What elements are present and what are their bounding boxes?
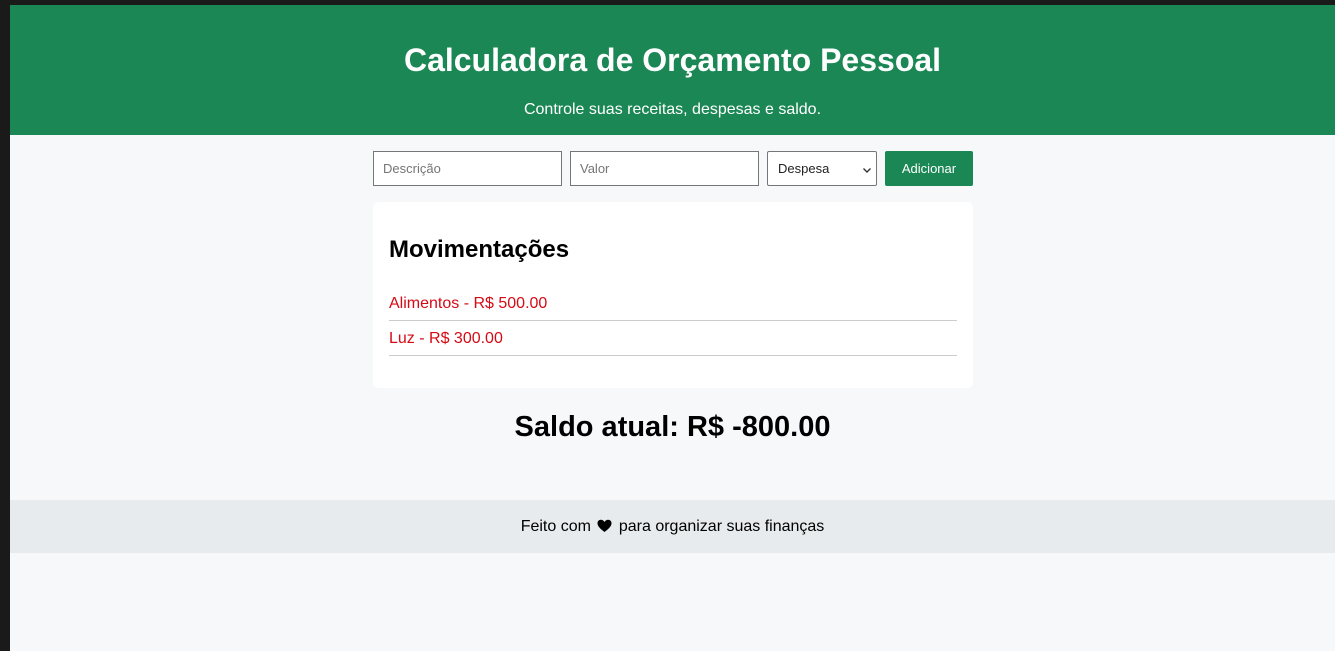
page-subtitle: Controle suas receitas, despesas e saldo… — [523, 101, 822, 118]
heart-icon — [595, 518, 614, 535]
movements-card: Movimentações Alimentos - R$ 500.00 Luz … — [373, 202, 973, 388]
type-select-value: Despesa — [778, 161, 830, 176]
value-input[interactable] — [570, 151, 759, 186]
add-button[interactable]: Adicionar — [885, 151, 973, 186]
movements-title: Movimentações — [389, 236, 570, 263]
list-item: Alimentos - R$ 500.00 — [389, 286, 957, 321]
movement-text: Alimentos - R$ 500.00 — [389, 295, 548, 312]
footer-text-before: Feito com — [520, 518, 591, 535]
chevron-down-icon — [862, 163, 872, 173]
page-footer: Feito com para organizar suas finanças — [10, 500, 1335, 553]
footer-text-after: para organizar suas finanças — [618, 518, 825, 535]
list-item: Luz - R$ 300.00 — [389, 321, 957, 356]
type-select[interactable]: Despesa — [767, 151, 877, 186]
page: Calculadora de Orçamento Pessoal Control… — [10, 5, 1335, 651]
movement-text: Luz - R$ 300.00 — [389, 330, 503, 347]
page-header: Calculadora de Orçamento Pessoal Control… — [10, 5, 1335, 135]
balance-display: Saldo atual: R$ -800.00 — [514, 411, 831, 443]
page-title: Calculadora de Orçamento Pessoal — [403, 42, 942, 78]
description-input[interactable] — [373, 151, 562, 186]
